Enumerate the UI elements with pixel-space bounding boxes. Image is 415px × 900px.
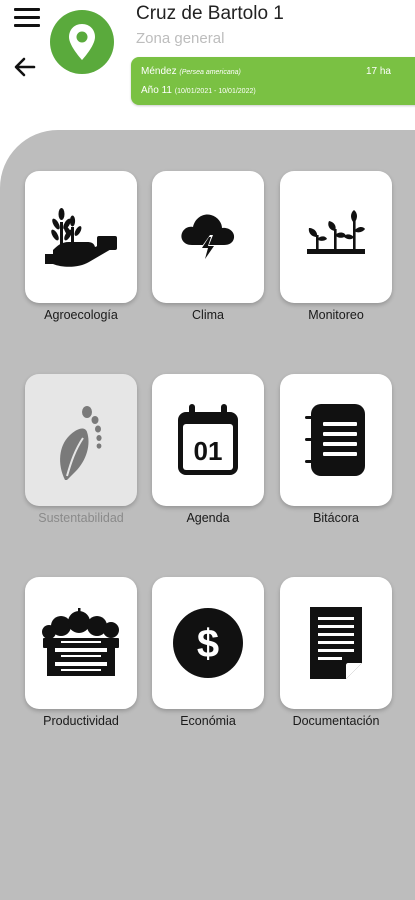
crop-name: Méndez [141, 66, 177, 77]
crop-detail: (Persea americana) [179, 69, 241, 76]
module-label: Bitácora [313, 511, 359, 525]
farm-title: Cruz de Bartolo 1 [136, 3, 284, 24]
dollar-coin-icon: $ [173, 608, 243, 678]
module-label: Agroecología [44, 308, 118, 322]
module-productividad[interactable] [25, 577, 137, 709]
module-label: Agenda [186, 511, 230, 525]
hand-wheat-icon [45, 208, 117, 267]
module-label: Clima [192, 308, 224, 322]
module-economia[interactable]: $ [152, 577, 264, 709]
module-label: Documentación [292, 714, 380, 728]
area-value: 17 ha [365, 66, 391, 77]
location-pin-icon [50, 10, 114, 74]
module-agenda[interactable]: 01 [152, 374, 264, 506]
module-sustentabilidad[interactable] [25, 374, 137, 506]
year-value: Año 11 [141, 85, 172, 96]
notebook-icon [305, 404, 365, 476]
crop-info-card[interactable]: Méndez (Persea americana) 17 ha Año 11 (… [131, 57, 415, 105]
fruit-crate-icon [42, 608, 119, 676]
module-agroecologia[interactable] [25, 171, 137, 303]
module-label: Económia [180, 714, 236, 728]
period-value: (10/01/2021 - 10/01/2022) [174, 88, 256, 95]
calendar-day: 01 [194, 436, 223, 466]
app-screen: Cruz de Bartolo 1 Zona general Méndez (P… [0, 0, 415, 900]
document-icon [310, 607, 362, 679]
module-monitoreo[interactable] [280, 171, 392, 303]
menu-icon[interactable] [14, 8, 40, 28]
module-documentacion[interactable] [280, 577, 392, 709]
calendar-icon: 01 [178, 404, 238, 475]
module-label: Sustentabilidad [38, 511, 124, 525]
module-label: Monitoreo [308, 308, 364, 322]
module-clima[interactable] [152, 171, 264, 303]
leaf-footprint-icon [60, 406, 102, 480]
svg-text:$: $ [197, 622, 219, 666]
zone-subtitle: Zona general [136, 30, 225, 47]
storm-cloud-icon [181, 214, 235, 263]
module-label: Productividad [43, 714, 119, 728]
sprouts-icon [307, 210, 365, 254]
arrow-left-icon[interactable] [12, 56, 38, 78]
module-bitacora[interactable] [280, 374, 392, 506]
